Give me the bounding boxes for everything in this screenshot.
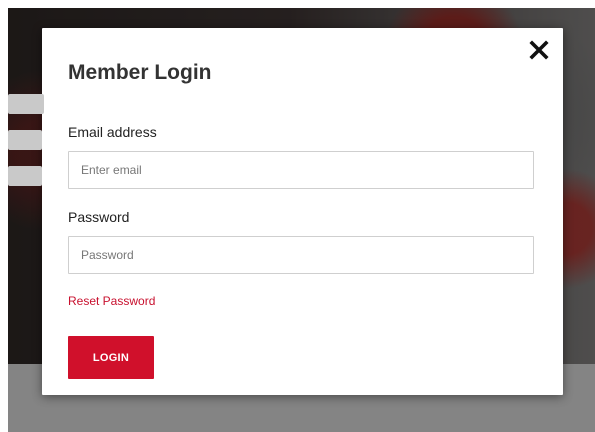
hero-text-obscured xyxy=(8,94,44,202)
login-button[interactable]: LOGIN xyxy=(68,336,154,379)
hero-text-line xyxy=(8,166,42,186)
password-label: Password xyxy=(68,209,130,225)
login-modal: Member Login Email address Password Rese… xyxy=(42,28,563,395)
close-icon[interactable] xyxy=(529,40,549,60)
hero-text-line xyxy=(8,130,42,150)
email-field[interactable] xyxy=(68,151,534,189)
hero-text-line xyxy=(8,94,44,114)
modal-title: Member Login xyxy=(68,61,212,84)
password-field[interactable] xyxy=(68,236,534,274)
email-label: Email address xyxy=(68,124,157,140)
close-button[interactable] xyxy=(529,40,549,60)
reset-password-link[interactable]: Reset Password xyxy=(68,294,155,308)
